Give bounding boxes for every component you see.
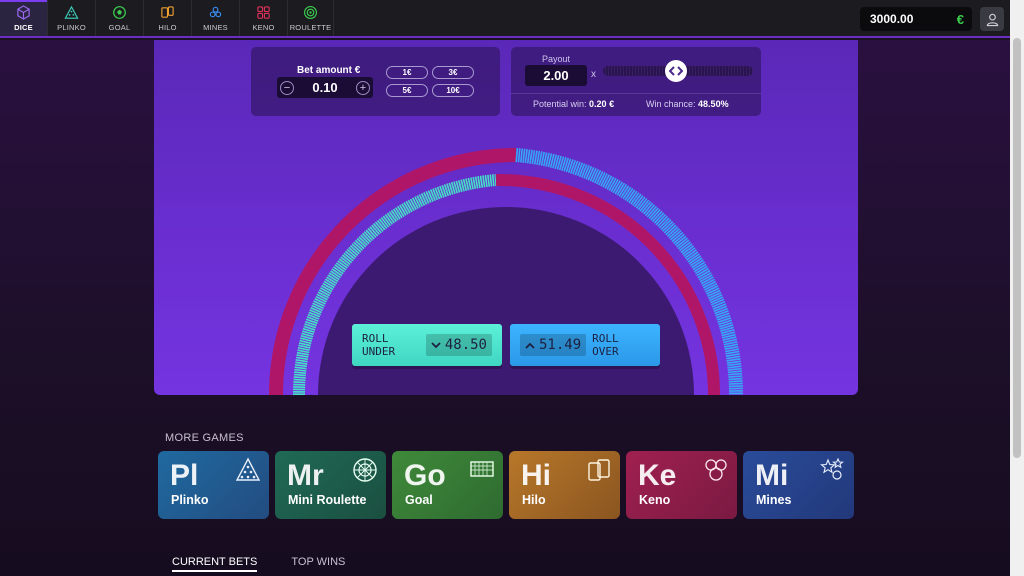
hilo-icon <box>161 5 174 18</box>
potential-win-label: Potential win: <box>533 99 587 109</box>
scrollbar-thumb[interactable] <box>1013 38 1021 458</box>
decrease-bet-button[interactable]: − <box>280 80 294 95</box>
nav-item-keno[interactable]: KENO <box>240 0 288 36</box>
bet-amount-stepper[interactable]: − 0.10 + <box>277 77 373 98</box>
roll-under-label: ROLL UNDER <box>362 332 396 358</box>
mines-icon <box>209 6 222 17</box>
ball-icon <box>113 5 126 19</box>
goal-net-icon <box>470 461 494 477</box>
win-chance: Win chance: 48.50% <box>646 99 729 109</box>
payout-label: Payout <box>542 54 571 64</box>
nav-label: DICE <box>14 22 33 32</box>
card-name: Mines <box>756 493 792 507</box>
nav-label: HILO <box>158 22 177 32</box>
balance-display[interactable]: 3000.00 € <box>860 7 972 31</box>
card-name: Plinko <box>171 493 209 507</box>
card-abbr: Mr <box>287 459 324 492</box>
card-abbr: Go <box>404 459 446 492</box>
game-nav: DICE PLINKO GOAL HILO MINES KENO ROULETT… <box>0 0 334 36</box>
nav-item-dice[interactable]: DICE <box>0 0 48 36</box>
nav-item-roulette[interactable]: ROULETTE <box>288 0 334 36</box>
nav-label: KENO <box>252 22 275 32</box>
bet-amount-label: Bet amount € <box>297 65 361 76</box>
dice-icon <box>17 4 30 20</box>
chevron-down-icon <box>431 341 441 348</box>
quick-bet-1[interactable]: 1€ <box>386 66 428 79</box>
top-bar: DICE PLINKO GOAL HILO MINES KENO ROULETT… <box>0 0 1010 38</box>
plinko-icon <box>64 5 79 19</box>
game-card-goal[interactable]: Go Goal <box>392 451 503 519</box>
cards-icon <box>588 459 610 481</box>
roulette-wheel-icon <box>353 458 377 482</box>
payout-panel: Payout 2.00 x Potential win: 0.20 € Win … <box>511 47 761 116</box>
roulette-icon <box>304 5 317 19</box>
win-chance-value: 48.50% <box>698 99 729 109</box>
roll-over-label: ROLL OVER <box>592 332 619 358</box>
quick-bet-3[interactable]: 3€ <box>432 66 474 79</box>
tab-top-wins[interactable]: TOP WINS <box>291 556 345 572</box>
more-games-list: Pl Plinko Mr Mini Roulette Go Goal Hi Hi… <box>158 451 854 519</box>
roll-over-target: 51.49 <box>520 334 587 356</box>
game-card-hilo[interactable]: Hi Hilo <box>509 451 620 519</box>
increase-bet-button[interactable]: + <box>356 80 370 95</box>
user-icon <box>986 13 998 26</box>
nav-item-hilo[interactable]: HILO <box>144 0 192 36</box>
game-card-mini-roulette[interactable]: Mr Mini Roulette <box>275 451 386 519</box>
quick-bet-5[interactable]: 5€ <box>386 84 428 97</box>
payout-slider-handle[interactable] <box>664 60 687 82</box>
card-name: Mini Roulette <box>288 493 367 507</box>
nav-label: MINES <box>203 22 228 32</box>
dice-game-panel: Bet amount € − 0.10 + 1€ 3€ 5€ 10€ Payou… <box>154 40 858 395</box>
payout-divider <box>511 93 761 94</box>
roll-under-target: 48.50 <box>425 334 492 356</box>
keno-balls-icon <box>705 459 727 481</box>
nav-item-mines[interactable]: MINES <box>192 0 240 36</box>
multiplier-x: x <box>591 69 596 80</box>
bets-tabs: CURRENT BETS TOP WINS <box>172 556 345 572</box>
nav-item-plinko[interactable]: PLINKO <box>48 0 96 36</box>
win-chance-label: Win chance: <box>646 99 696 109</box>
page-scrollbar[interactable] <box>1010 0 1024 576</box>
card-name: Hilo <box>522 493 546 507</box>
potential-win: Potential win: 0.20 € <box>533 99 614 109</box>
game-card-keno[interactable]: Ke Keno <box>626 451 737 519</box>
card-abbr: Ke <box>638 459 677 492</box>
card-abbr: Pl <box>170 459 199 492</box>
tab-current-bets[interactable]: CURRENT BETS <box>172 556 258 572</box>
bet-panel: Bet amount € − 0.10 + 1€ 3€ 5€ 10€ <box>251 47 500 116</box>
nav-label: GOAL <box>108 22 131 32</box>
stars-icon <box>820 457 844 480</box>
balance-currency: € <box>956 11 964 27</box>
nav-label: ROULETTE <box>289 22 332 32</box>
potential-win-value: 0.20 € <box>589 99 615 109</box>
card-abbr: Hi <box>521 459 551 492</box>
roll-over-button[interactable]: 51.49 ROLL OVER <box>510 324 660 366</box>
game-card-mines[interactable]: Mi Mines <box>743 451 854 519</box>
nav-label: PLINKO <box>57 22 86 32</box>
game-card-plinko[interactable]: Pl Plinko <box>158 451 269 519</box>
bet-amount-value[interactable]: 0.10 <box>312 80 337 95</box>
card-name: Keno <box>639 493 671 507</box>
quick-bet-10[interactable]: 10€ <box>432 84 474 97</box>
chevron-up-icon <box>525 342 535 349</box>
keno-icon <box>257 5 270 19</box>
more-games-title: MORE GAMES <box>165 432 244 444</box>
user-button[interactable] <box>980 7 1004 31</box>
roll-under-value: 48.50 <box>444 337 487 353</box>
card-abbr: Mi <box>755 459 789 492</box>
payout-input[interactable]: 2.00 <box>525 65 587 86</box>
roll-under-button[interactable]: ROLL UNDER 48.50 <box>352 324 502 366</box>
arrows-horizontal-icon <box>668 66 683 76</box>
card-name: Goal <box>405 493 433 507</box>
plinko-pyramid-icon <box>235 457 261 481</box>
nav-item-goal[interactable]: GOAL <box>96 0 144 36</box>
roll-over-value: 51.49 <box>539 337 582 353</box>
balance-amount: 3000.00 <box>870 12 914 26</box>
